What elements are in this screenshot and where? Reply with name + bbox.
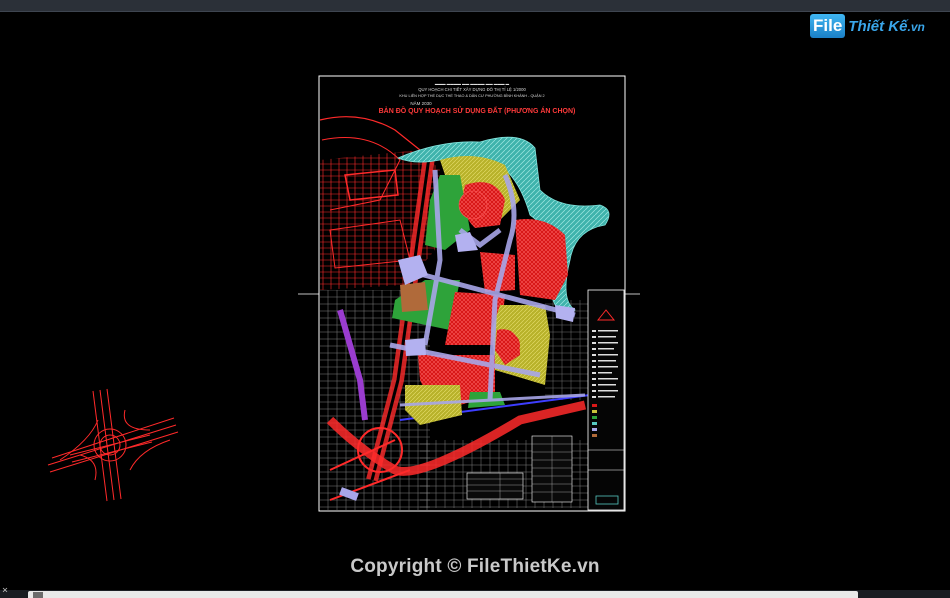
drawing-sheet: ▬▬▬ ▬▬▬▬ ▬▬ ▬▬▬▬ ▬▬ ▬▬▬ ▬ QUY HOẠCH CHI …	[318, 75, 626, 512]
window-title-bar	[0, 0, 950, 12]
left-interchange-drawing	[47, 388, 179, 502]
legend-panel	[587, 289, 625, 511]
sheet-header-line: ▬▬▬ ▬▬▬▬ ▬▬ ▬▬▬▬ ▬▬ ▬▬▬ ▬	[435, 82, 510, 86]
sheet-year: NĂM 2030	[410, 100, 432, 106]
command-input[interactable]	[28, 591, 858, 598]
command-prompt-icon: ×	[2, 585, 9, 596]
command-line-bar: ×	[0, 585, 950, 598]
sheet-title-2: KHU LIÊN HỢP THỂ DỤC THỂ THAO & DÂN CƯ P…	[399, 93, 544, 98]
command-toggle-button[interactable]	[33, 592, 43, 598]
copyright-watermark: Copyright © FileThietKe.vn	[350, 556, 600, 577]
cad-drawing-canvas[interactable]: ▬▬▬ ▬▬▬▬ ▬▬ ▬▬▬▬ ▬▬ ▬▬▬ ▬ QUY HOẠCH CHI …	[0, 12, 950, 590]
sheet-title-1: QUY HOẠCH CHI TIẾT XÂY DỰNG ĐÔ THỊ TỈ LỆ…	[418, 87, 526, 92]
